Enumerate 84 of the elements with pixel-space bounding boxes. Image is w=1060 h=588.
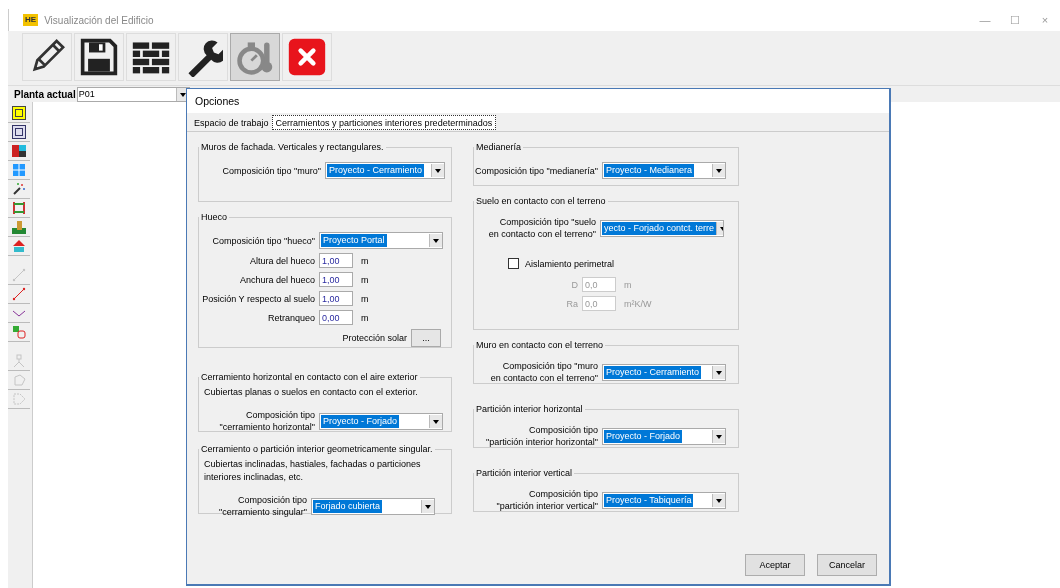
group-title: Partición interior vertical [475, 468, 574, 478]
dropdown[interactable]: Proyecto - Cerramiento [325, 162, 445, 179]
tool-button[interactable] [8, 104, 30, 123]
field-label: Composición tipo "suelo [499, 216, 596, 228]
dialog-button[interactable]: Aceptar [745, 554, 805, 576]
polygon-icon [12, 373, 26, 387]
field-label: en contacto con el terreno" [488, 228, 596, 240]
window-control[interactable]: — [970, 14, 1000, 26]
field-label: D [571, 278, 578, 291]
node-icon [12, 354, 26, 368]
floor-dropdown[interactable]: P01 [76, 86, 190, 102]
shape-icon [12, 392, 26, 406]
field-label: Posición Y respecto al suelo [202, 292, 315, 305]
group-note: Cubiertas inclinadas, hastiales, fachadas o particiones interiores inclinadas, etc. [203, 458, 422, 484]
group-title: Cerramiento horizontal en contacto con el aire exterior [200, 372, 419, 382]
dialog-title: Opciones [187, 89, 889, 113]
checkbox-label: Aislamiento perimetral [525, 258, 615, 269]
field-label: Ra [566, 297, 578, 310]
unit-label: m²K/W [624, 298, 652, 309]
dialog-button[interactable]: Cancelar [817, 554, 877, 576]
wand-icon [12, 182, 26, 196]
app-logo-icon: HE [23, 14, 39, 26]
checkbox[interactable] [508, 258, 519, 269]
dropdown[interactable]: Proyecto - Tabiquería [602, 491, 726, 509]
dropdown[interactable]: Proyecto - Cerramiento [602, 363, 726, 381]
house-icon [12, 239, 26, 253]
tool-button[interactable] [8, 180, 30, 199]
field-label: "partición interior vertical" [496, 500, 598, 512]
field-label: "cerramiento singular" [219, 506, 307, 518]
field-label: en contacto con el terreno" [490, 372, 598, 384]
field-label: Composición tipo "hueco" [212, 234, 315, 247]
tab[interactable]: Cerramientos y particiones interiores predeterminados [271, 115, 497, 130]
field-label: Composición tipo "muro [502, 360, 598, 372]
more-button[interactable]: ... [411, 329, 441, 347]
unit-label: m [624, 279, 632, 290]
copy-icon [12, 325, 26, 339]
field-label: Composición tipo "muro" [222, 164, 321, 177]
unit-label: m [361, 255, 369, 266]
group-note: Cubiertas planas o suelos en contacto con el exterior. [203, 386, 419, 399]
frame-icon [12, 125, 26, 139]
field-label: Protección solar [342, 332, 407, 344]
frame-icon [12, 106, 26, 120]
dropdown[interactable]: yecto - Forjado contct. terre [600, 219, 724, 237]
field-label: Retranqueo [267, 311, 315, 324]
group-title: Hueco [200, 212, 228, 222]
field-label: Altura del hueco [249, 254, 315, 267]
group-title: Muro en contacto con el terreno [475, 340, 605, 350]
unit-label: m [361, 312, 369, 323]
group-title: Suelo en contacto con el terreno [475, 196, 607, 206]
window-title: Visualización del Edificio [44, 14, 154, 26]
line-icon [12, 268, 26, 282]
dropdown[interactable]: Forjado cubierta [311, 497, 435, 515]
posts-icon [12, 201, 26, 215]
tool-button[interactable] [8, 123, 30, 142]
field-label: Composición tipo [528, 488, 598, 500]
window-icon [12, 163, 26, 177]
field-label: Composición tipo [528, 424, 598, 436]
line-icon [12, 287, 26, 301]
dropdown[interactable]: Proyecto - Forjado [319, 412, 443, 430]
window-control[interactable]: × [1030, 14, 1060, 26]
field-label: Anchura del hueco [239, 273, 315, 286]
number-field[interactable]: 0,00 [319, 310, 353, 325]
field-label: "cerramiento horizontal" [219, 421, 315, 433]
group-title: Medianería [475, 142, 523, 152]
number-field[interactable]: 1,00 [319, 253, 353, 268]
group-title: Muros de fachada. Verticales y rectangulares. [200, 142, 385, 152]
group-title: Cerramiento o partición interior geometricamente singular. [200, 444, 434, 454]
unit-label: m [361, 274, 369, 285]
field-label: Composición tipo [237, 494, 307, 506]
field-label: Composición tipo "medianería" [475, 164, 598, 177]
blocks-icon [12, 144, 26, 158]
terrain-icon [12, 220, 26, 234]
tool-button[interactable] [8, 142, 30, 161]
field-label: "partición interior horizontal" [486, 436, 598, 448]
dropdown[interactable]: Proyecto - Medianera [602, 162, 726, 179]
unit-label: m [361, 293, 369, 304]
number-field[interactable]: 1,00 [319, 291, 353, 306]
floor-label: Planta actual [14, 88, 76, 100]
field-label: Composición tipo [245, 409, 315, 421]
dropdown[interactable]: Proyecto - Forjado [602, 427, 726, 445]
group-title: Partición interior horizontal [475, 404, 584, 414]
dropdown[interactable]: Proyecto Portal [319, 232, 443, 249]
number-field[interactable]: 1,00 [319, 272, 353, 287]
window-control[interactable]: ☐ [1000, 13, 1030, 27]
